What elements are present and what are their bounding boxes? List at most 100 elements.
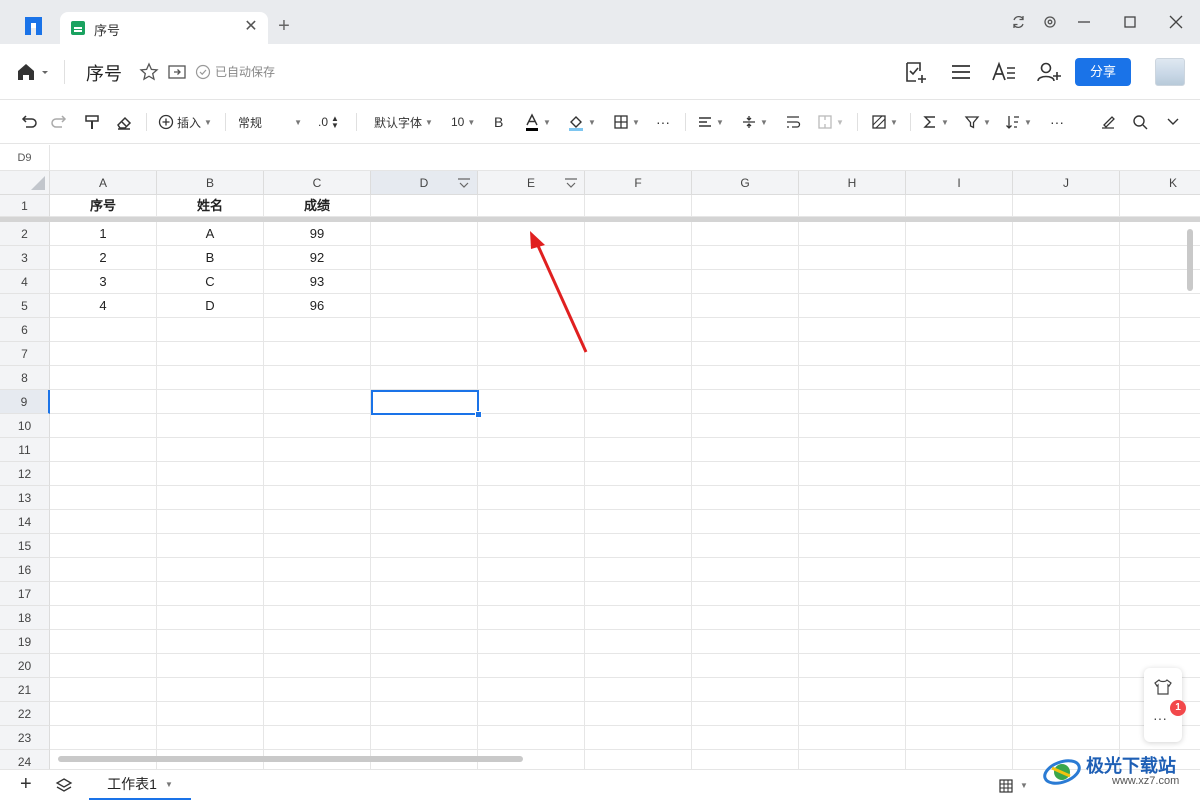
select-all-corner[interactable] (0, 171, 50, 195)
table-cell[interactable] (264, 702, 371, 726)
table-cell[interactable] (157, 366, 264, 390)
table-cell[interactable] (585, 246, 692, 270)
table-cell[interactable] (799, 438, 906, 462)
table-cell[interactable] (799, 390, 906, 414)
row-header-17[interactable]: 17 (0, 582, 50, 606)
table-cell[interactable] (692, 222, 799, 246)
table-cell[interactable] (692, 366, 799, 390)
row-header-10[interactable]: 10 (0, 414, 50, 438)
table-cell[interactable] (1013, 702, 1120, 726)
table-cell[interactable] (1013, 486, 1120, 510)
table-cell[interactable] (478, 534, 585, 558)
insert-menu[interactable]: 插入 ▼ (158, 112, 212, 132)
table-cell[interactable] (50, 510, 157, 534)
table-cell[interactable] (478, 390, 585, 414)
row-header-23[interactable]: 23 (0, 726, 50, 750)
table-cell[interactable] (1120, 414, 1200, 438)
table-cell[interactable] (799, 726, 906, 750)
table-cell[interactable] (799, 294, 906, 318)
table-cell[interactable]: C (157, 270, 264, 294)
table-cell[interactable] (799, 222, 906, 246)
table-cell[interactable] (157, 510, 264, 534)
table-cell[interactable] (585, 270, 692, 294)
table-cell[interactable] (371, 678, 478, 702)
column-header-h[interactable]: H (799, 171, 906, 195)
table-cell[interactable] (692, 390, 799, 414)
table-cell[interactable] (1013, 534, 1120, 558)
table-cell[interactable] (1120, 510, 1200, 534)
table-cell[interactable] (799, 558, 906, 582)
table-cell[interactable] (1120, 438, 1200, 462)
table-cell[interactable]: 2 (50, 246, 157, 270)
horizontal-align-button[interactable]: ▼ (697, 112, 724, 132)
table-cell[interactable] (157, 438, 264, 462)
table-cell[interactable] (50, 534, 157, 558)
table-cell[interactable] (906, 486, 1013, 510)
table-cell[interactable] (1013, 318, 1120, 342)
bold-button[interactable]: B (494, 112, 503, 132)
decimal-places-stepper[interactable]: .0 ▲ ▼ (318, 112, 339, 132)
table-cell[interactable] (371, 558, 478, 582)
view-mode-icon[interactable] (998, 778, 1014, 794)
row-header-8[interactable]: 8 (0, 366, 50, 390)
table-cell[interactable] (478, 366, 585, 390)
table-cell[interactable] (157, 678, 264, 702)
table-cell[interactable] (906, 534, 1013, 558)
row-header-18[interactable]: 18 (0, 606, 50, 630)
table-cell[interactable] (692, 246, 799, 270)
table-cell[interactable] (50, 630, 157, 654)
table-cell[interactable] (1013, 246, 1120, 270)
table-cell[interactable] (692, 294, 799, 318)
table-cell[interactable] (50, 702, 157, 726)
table-cell[interactable] (1013, 270, 1120, 294)
table-cell[interactable] (799, 342, 906, 366)
header-cell[interactable] (1120, 195, 1200, 217)
table-cell[interactable] (157, 414, 264, 438)
table-cell[interactable] (1120, 582, 1200, 606)
table-cell[interactable] (50, 414, 157, 438)
table-cell[interactable] (585, 414, 692, 438)
text-format-icon[interactable] (991, 60, 1017, 84)
table-cell[interactable] (371, 342, 478, 366)
table-cell[interactable] (585, 318, 692, 342)
table-cell[interactable] (50, 462, 157, 486)
table-cell[interactable] (692, 438, 799, 462)
header-cell[interactable] (371, 195, 478, 217)
row-header-21[interactable]: 21 (0, 678, 50, 702)
table-cell[interactable] (585, 294, 692, 318)
table-cell[interactable] (1013, 606, 1120, 630)
table-cell[interactable] (371, 414, 478, 438)
row-header-11[interactable]: 11 (0, 438, 50, 462)
table-cell[interactable] (157, 486, 264, 510)
font-size-select[interactable]: 10 ▼ (451, 112, 475, 132)
document-title[interactable]: 序号 (86, 60, 122, 86)
home-icon[interactable] (16, 62, 50, 82)
table-cell[interactable] (906, 438, 1013, 462)
header-cell[interactable]: 姓名 (157, 195, 264, 217)
row-header-22[interactable]: 22 (0, 702, 50, 726)
table-cell[interactable] (1013, 462, 1120, 486)
table-cell[interactable] (692, 654, 799, 678)
table-cell[interactable] (1120, 630, 1200, 654)
table-cell[interactable] (371, 606, 478, 630)
table-cell[interactable] (157, 726, 264, 750)
table-cell[interactable] (906, 606, 1013, 630)
table-cell[interactable] (264, 366, 371, 390)
table-cell[interactable] (1120, 366, 1200, 390)
table-cell[interactable] (799, 486, 906, 510)
table-cell[interactable] (585, 630, 692, 654)
table-cell[interactable] (478, 462, 585, 486)
table-cell[interactable] (478, 438, 585, 462)
undo-icon[interactable] (18, 112, 38, 132)
search-icon[interactable] (1131, 112, 1149, 132)
more-tools-button[interactable]: ··· (1050, 112, 1064, 132)
table-cell[interactable] (1120, 390, 1200, 414)
table-cell[interactable] (906, 222, 1013, 246)
table-cell[interactable] (50, 486, 157, 510)
table-cell[interactable] (799, 510, 906, 534)
table-cell[interactable] (264, 606, 371, 630)
table-cell[interactable] (906, 558, 1013, 582)
table-cell[interactable] (906, 270, 1013, 294)
table-cell[interactable] (906, 510, 1013, 534)
table-cell[interactable] (50, 318, 157, 342)
